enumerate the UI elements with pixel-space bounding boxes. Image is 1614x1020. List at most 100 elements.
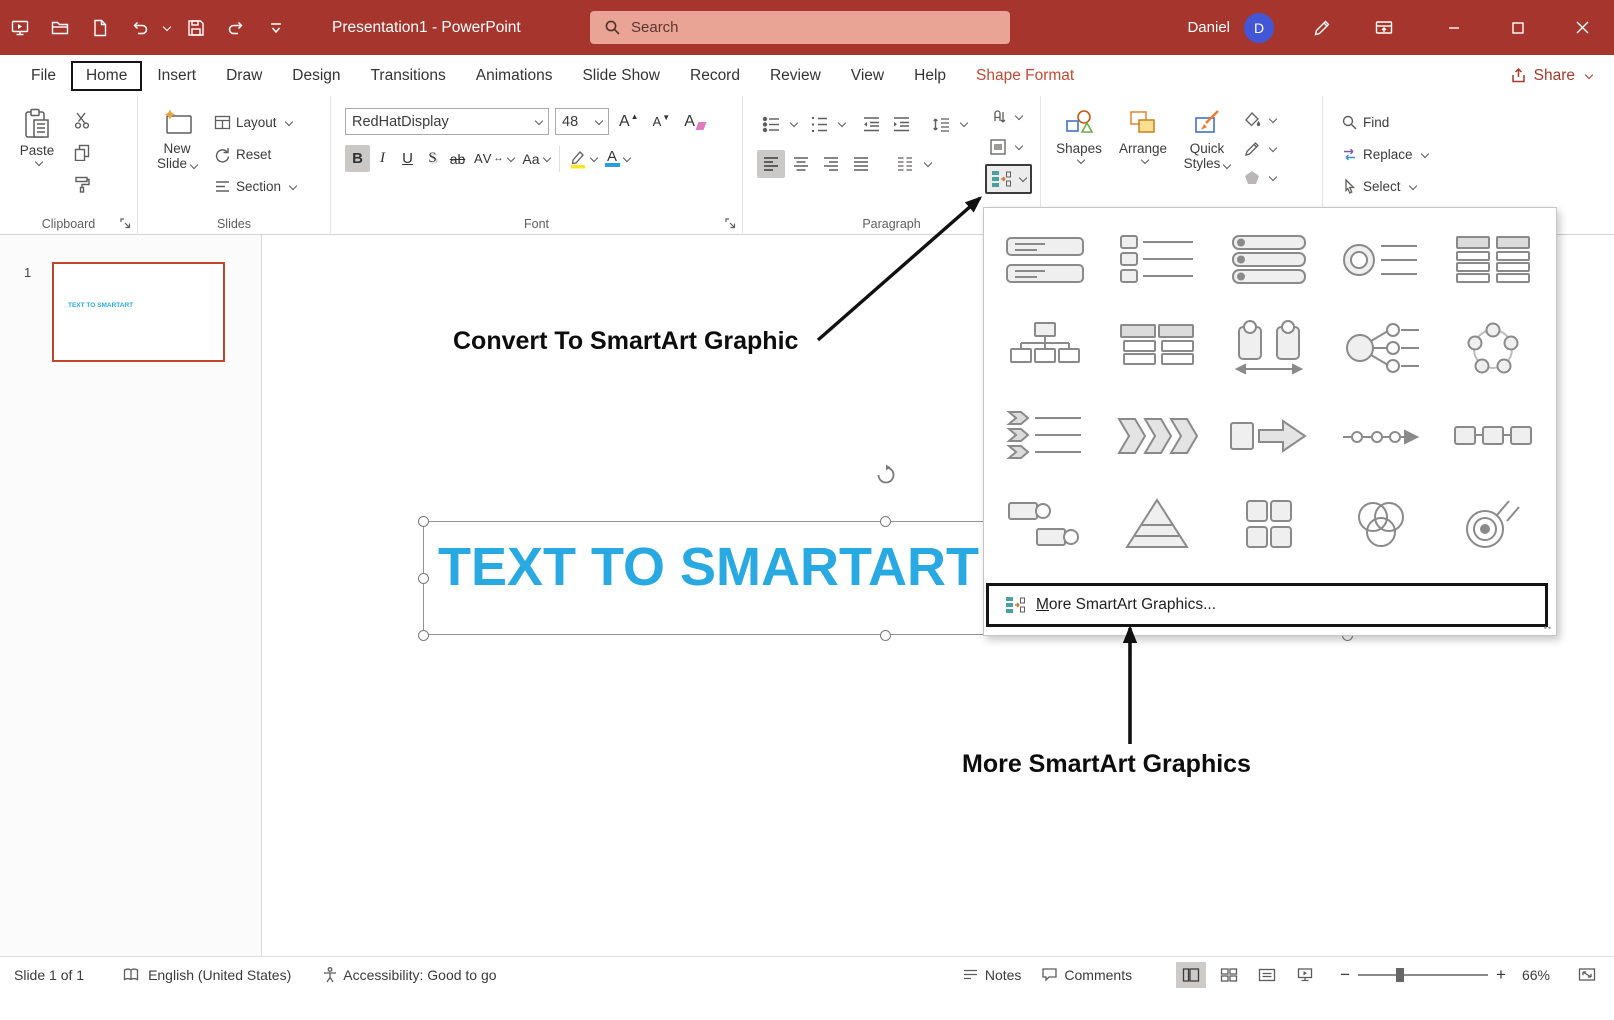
new-file-icon[interactable]: [80, 8, 120, 48]
zoom-slider[interactable]: [1358, 965, 1488, 985]
font-name-combobox[interactable]: RedHatDisplay: [345, 108, 549, 135]
tab-help[interactable]: Help: [899, 61, 961, 91]
tab-shape-format[interactable]: Shape Format: [961, 61, 1089, 91]
smartart-layout-counterbalance-arrows[interactable]: [1216, 306, 1322, 390]
user-name[interactable]: Daniel: [1187, 19, 1230, 36]
fit-to-window-button[interactable]: [1572, 962, 1602, 988]
bold-button[interactable]: B: [345, 145, 370, 172]
avatar[interactable]: D: [1244, 13, 1274, 43]
smartart-layout-lined-list[interactable]: [1328, 218, 1434, 302]
resize-handle-top-center[interactable]: [880, 516, 891, 527]
columns-icon[interactable]: [891, 150, 919, 178]
resize-handle-top-left[interactable]: [418, 516, 429, 527]
tab-record[interactable]: Record: [675, 61, 755, 91]
slide-show-button[interactable]: [1290, 962, 1320, 988]
smartart-layout-radial-list[interactable]: [1328, 306, 1434, 390]
save-icon[interactable]: [176, 8, 216, 48]
tab-slide-show[interactable]: Slide Show: [567, 61, 675, 91]
tab-file[interactable]: File: [16, 61, 71, 91]
comments-button[interactable]: Comments: [1041, 966, 1132, 983]
undo-icon[interactable]: [120, 8, 160, 48]
minimize-button[interactable]: [1422, 0, 1486, 55]
quick-styles-button[interactable]: Quick Styles: [1175, 104, 1239, 211]
smartart-layout-vertical-bullet-list[interactable]: [1216, 218, 1322, 302]
resize-handle-bottom-left[interactable]: [418, 630, 429, 641]
numbering-chevron-icon[interactable]: [838, 119, 846, 127]
tab-view[interactable]: View: [836, 61, 899, 91]
numbering-icon[interactable]: [805, 110, 833, 138]
increase-font-size-button[interactable]: A▲: [615, 108, 643, 135]
notes-button[interactable]: Notes: [962, 966, 1022, 983]
tab-insert[interactable]: Insert: [142, 61, 211, 91]
italic-button[interactable]: I: [370, 145, 395, 172]
smartart-layout-vertical-box-list[interactable]: [1104, 218, 1210, 302]
bullets-icon[interactable]: [757, 110, 785, 138]
more-smartart-graphics-item[interactable]: More SmartArt Graphics...: [986, 583, 1548, 627]
smartart-layout-tab-list[interactable]: [1440, 218, 1546, 302]
font-size-combobox[interactable]: 48: [555, 108, 609, 135]
resize-grip-icon[interactable]: ••: [1544, 623, 1552, 633]
align-text-button[interactable]: [985, 134, 1026, 160]
change-case-button[interactable]: Aa: [518, 145, 553, 172]
smartart-layout-grouped-list[interactable]: [992, 482, 1098, 566]
search-input[interactable]: [631, 19, 971, 36]
underline-button[interactable]: U: [395, 145, 420, 172]
search-bar[interactable]: [590, 11, 1010, 44]
smartart-layout-basic-cycle[interactable]: [1440, 306, 1546, 390]
smartart-layout-list[interactable]: [992, 218, 1098, 302]
tab-transitions[interactable]: Transitions: [356, 61, 461, 91]
smartart-layout-chevron-process[interactable]: [1104, 394, 1210, 478]
cut-icon[interactable]: [68, 106, 96, 134]
normal-view-button[interactable]: [1176, 962, 1206, 988]
clear-formatting-button[interactable]: A: [680, 108, 709, 135]
paste-button[interactable]: Paste: [6, 104, 68, 211]
arrange-button[interactable]: Arrange: [1111, 104, 1175, 211]
bullets-chevron-icon[interactable]: [790, 119, 798, 127]
tab-animations[interactable]: Animations: [461, 61, 568, 91]
replace-button[interactable]: Replace: [1337, 140, 1479, 169]
quick-access-toolbar-chevron-icon[interactable]: [256, 8, 296, 48]
character-spacing-button[interactable]: AV↔: [470, 145, 518, 172]
tab-home[interactable]: Home: [71, 61, 142, 91]
resize-handle-bottom-center[interactable]: [880, 630, 891, 641]
align-right-icon[interactable]: [817, 150, 845, 178]
accessibility-status[interactable]: Accessibility: Good to go: [343, 967, 496, 983]
reset-button[interactable]: Reset: [210, 140, 300, 169]
align-left-icon[interactable]: [757, 150, 785, 178]
tab-design[interactable]: Design: [277, 61, 355, 91]
share-button[interactable]: Share: [1510, 55, 1592, 96]
smartart-layout-basic-process[interactable]: [1440, 394, 1546, 478]
smartart-layout-basic-target[interactable]: [1440, 482, 1546, 566]
shape-fill-button[interactable]: [1239, 108, 1280, 132]
format-painter-icon[interactable]: [68, 170, 96, 198]
strikethrough-button[interactable]: ab: [445, 145, 470, 172]
clipboard-dialog-launcher-icon[interactable]: [119, 217, 132, 230]
slide-sorter-view-button[interactable]: [1214, 962, 1244, 988]
font-dialog-launcher-icon[interactable]: [724, 217, 737, 230]
close-button[interactable]: [1550, 0, 1614, 55]
rotate-handle-icon[interactable]: [875, 464, 897, 486]
smartart-layout-vertical-chevron-list[interactable]: [992, 394, 1098, 478]
undo-chevron-icon[interactable]: [163, 22, 171, 30]
smartart-layout-basic-venn[interactable]: [1328, 482, 1434, 566]
zoom-level[interactable]: 66%: [1522, 967, 1550, 983]
find-button[interactable]: Find: [1337, 108, 1479, 137]
shape-outline-button[interactable]: [1239, 137, 1280, 161]
increase-indent-icon[interactable]: [887, 110, 915, 138]
open-file-icon[interactable]: [40, 8, 80, 48]
smartart-layout-timeline[interactable]: [1328, 394, 1434, 478]
smartart-layout-pyramid-list[interactable]: [1104, 482, 1210, 566]
shapes-button[interactable]: Shapes: [1047, 104, 1111, 211]
text-direction-button[interactable]: [985, 104, 1026, 130]
resize-handle-middle-left[interactable]: [418, 573, 429, 584]
select-button[interactable]: Select: [1337, 172, 1479, 201]
tab-review[interactable]: Review: [755, 61, 836, 91]
text-highlight-button[interactable]: [565, 145, 601, 172]
redo-icon[interactable]: [216, 8, 256, 48]
maximize-button[interactable]: [1486, 0, 1550, 55]
line-spacing-icon[interactable]: [927, 110, 955, 138]
smartart-layout-hierarchy-list[interactable]: [1104, 306, 1210, 390]
section-button[interactable]: Section: [210, 172, 300, 201]
slide-thumbnail[interactable]: TEXT TO SMARTART: [52, 262, 225, 362]
align-center-icon[interactable]: [787, 150, 815, 178]
